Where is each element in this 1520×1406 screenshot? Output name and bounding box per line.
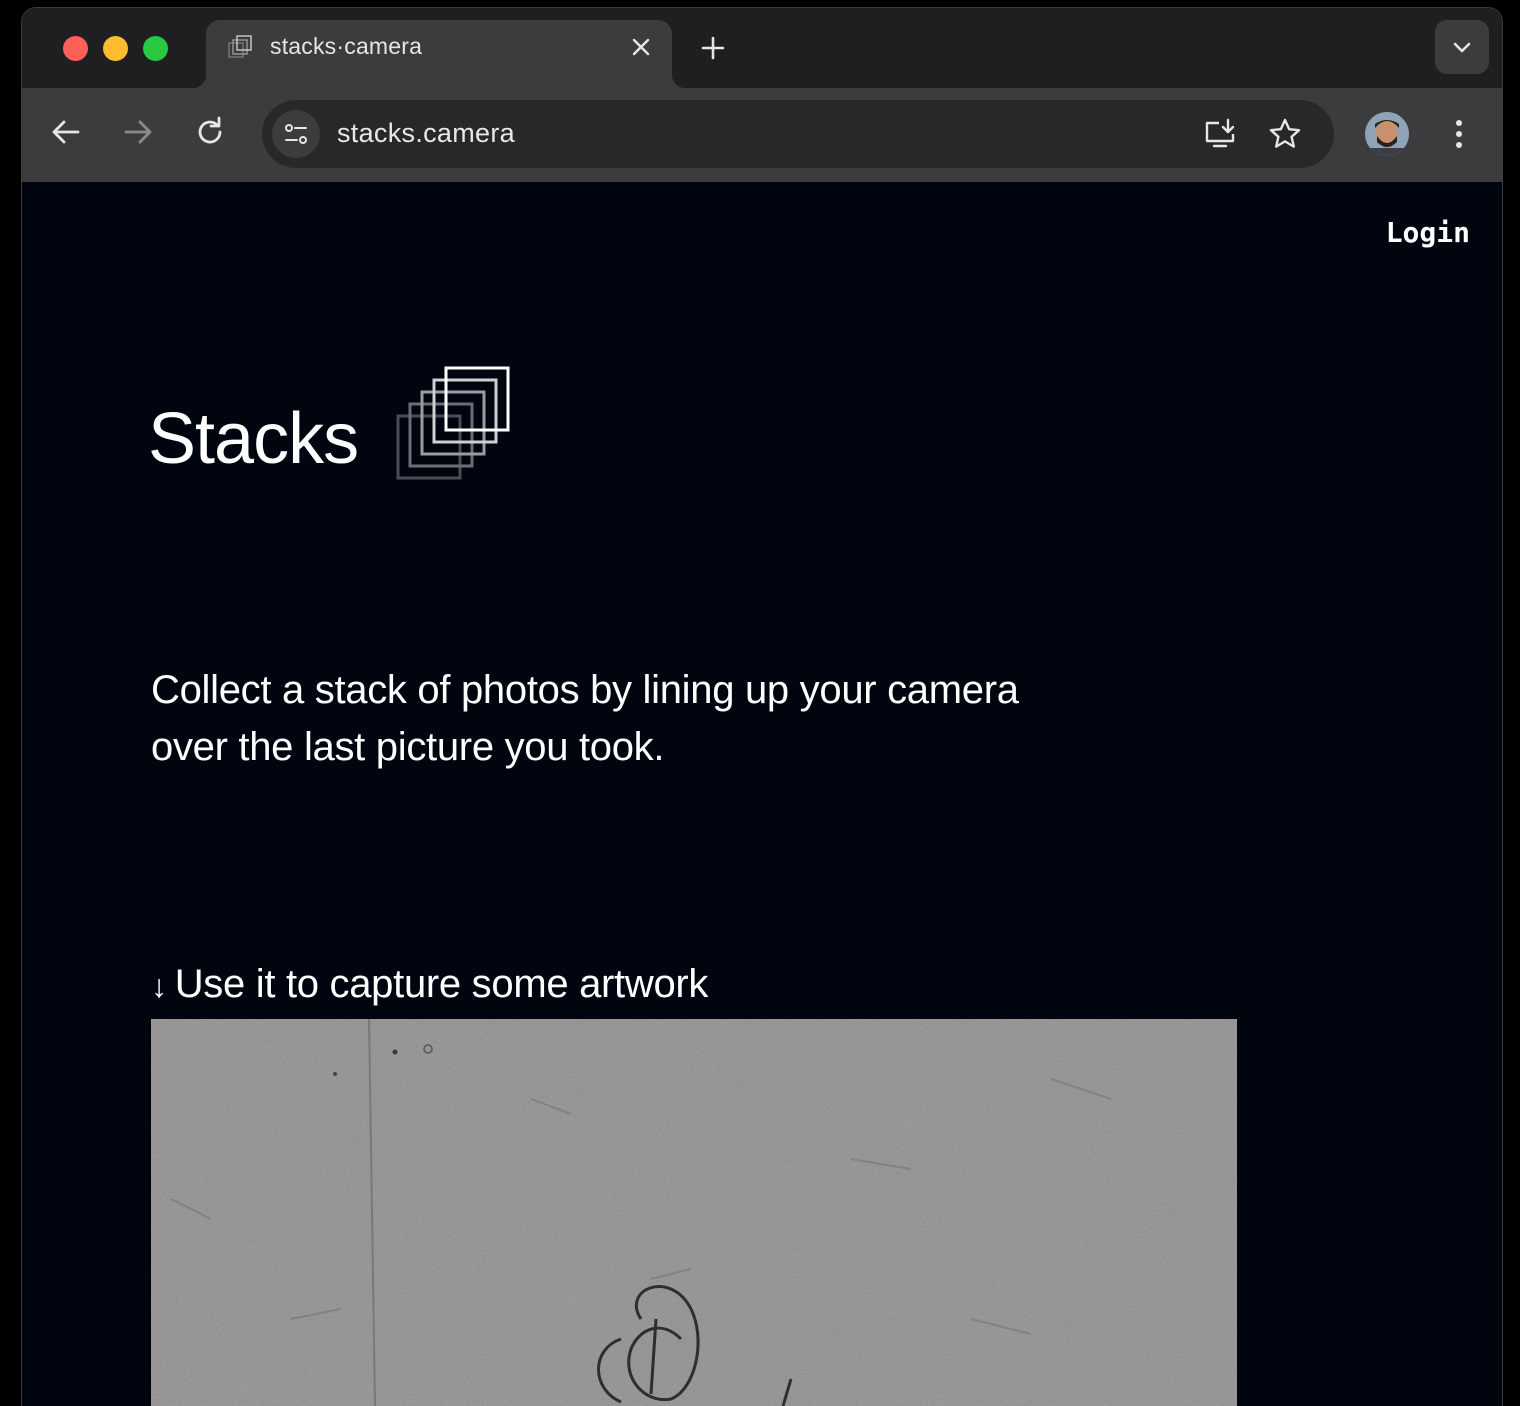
chevron-down-icon — [1453, 42, 1471, 53]
artwork-photo — [151, 1019, 1237, 1406]
new-tab-icon[interactable] — [698, 33, 728, 63]
back-icon[interactable] — [46, 112, 86, 152]
zoom-window-button[interactable] — [143, 36, 168, 61]
tab-title: stacks·camera — [270, 33, 423, 59]
stacks-logo-icon — [228, 35, 252, 58]
reload-icon[interactable] — [190, 112, 230, 152]
minimize-window-button[interactable] — [103, 36, 128, 61]
close-tab-icon[interactable] — [628, 34, 654, 60]
profile-photo — [1365, 112, 1409, 156]
close-window-button[interactable] — [63, 36, 88, 61]
bookmark-star-icon[interactable] — [1267, 116, 1303, 152]
browser-toolbar: stacks.camera — [22, 88, 1502, 182]
tagline: Collect a stack of photos by lining up y… — [151, 668, 1019, 769]
site-info-icon — [285, 124, 307, 144]
tab-strip: stacks·camera — [22, 8, 1502, 88]
install-app-icon[interactable] — [1202, 116, 1238, 152]
stacks-logo-icon — [396, 366, 510, 480]
address-bar[interactable]: stacks.camera — [262, 100, 1334, 168]
profile-avatar[interactable] — [1365, 112, 1409, 156]
browser-window: stacks·camera stacks.camera Login Stacks… — [22, 8, 1502, 1406]
page-content: Login Stacks Collect a stack of photos b… — [22, 182, 1502, 1406]
down-arrow-icon: ↓ — [151, 968, 167, 1004]
more-menu-icon[interactable] — [1442, 114, 1476, 154]
site-info-button[interactable] — [272, 110, 320, 158]
login-link[interactable]: Login — [1386, 216, 1470, 249]
section-heading: ↓ Use it to capture some artwork — [151, 962, 708, 1007]
brand-name: Stacks — [148, 399, 359, 479]
forward-icon[interactable] — [118, 112, 158, 152]
artwork-image — [151, 1019, 1237, 1406]
tab-search-button[interactable] — [1435, 20, 1489, 74]
section-heading-text: Use it to capture some artwork — [174, 962, 709, 1006]
tab-stacks-camera[interactable]: stacks·camera — [192, 20, 686, 88]
url-text: stacks.camera — [337, 118, 515, 148]
